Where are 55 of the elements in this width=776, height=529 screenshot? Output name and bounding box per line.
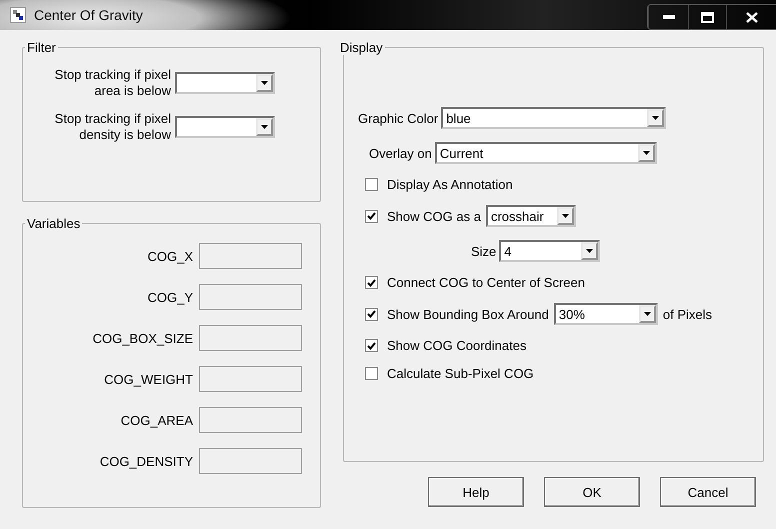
variable-field[interactable]: [199, 243, 302, 269]
variable-label: COG_WEIGHT: [103, 372, 193, 386]
maximize-icon: [701, 12, 714, 22]
variable-label: COG_BOX_SIZE: [92, 330, 193, 346]
variable-label: COG_Y: [146, 290, 193, 304]
dialog-button[interactable]: Cancel: [660, 477, 756, 507]
field-label: Overlay on: [369, 146, 432, 160]
variable-label: COG_X: [146, 248, 193, 264]
dropdown-field[interactable]: [175, 72, 275, 94]
group-title: Display: [339, 40, 384, 55]
variable-field[interactable]: [199, 325, 302, 351]
field-label: Graphic Color: [358, 110, 438, 126]
checkbox[interactable]: [365, 210, 378, 222]
dropdown-field[interactable]: 30%: [554, 303, 658, 325]
minimize-icon: [662, 15, 674, 19]
dropdown-arrow-icon: [261, 81, 268, 85]
close-icon: [746, 12, 758, 22]
dropdown-arrow-icon: [586, 249, 594, 253]
dropdown-arrow-icon: [644, 312, 651, 316]
checkbox-label: Calculate Sub-Pixel COG: [387, 366, 534, 381]
checkbox-label: Show Bounding Box Around: [387, 306, 549, 322]
variable-label: COG_DENSITY: [98, 454, 193, 468]
group-title: Filter: [26, 40, 57, 55]
variable-field[interactable]: [199, 284, 302, 310]
dropdown-field[interactable]: 4: [499, 240, 600, 262]
dropdown-arrow-icon: [261, 125, 268, 129]
app-icon: [10, 7, 26, 23]
field-label: Stop tracking if pixel area is below: [54, 67, 171, 99]
variable-field[interactable]: [199, 407, 302, 433]
dropdown-field[interactable]: Current: [434, 142, 657, 164]
dropdown-arrow-icon: [642, 151, 650, 155]
checkbox-label: Display As Annotation: [387, 177, 513, 192]
field-label: Size: [471, 244, 496, 258]
checkbox-label: Connect COG to Center of Screen: [387, 275, 585, 290]
checkbox[interactable]: [365, 308, 378, 320]
checkbox[interactable]: [365, 339, 378, 352]
dropdown-arrow-icon: [562, 214, 569, 218]
variable-field[interactable]: [199, 366, 302, 392]
checkbox[interactable]: [365, 178, 378, 191]
checkbox[interactable]: [365, 276, 378, 289]
field-label: of Pixels: [662, 306, 712, 322]
dropdown-field[interactable]: blue: [441, 107, 666, 129]
checkbox[interactable]: [365, 367, 378, 380]
window-title: Center Of Gravity: [34, 7, 143, 23]
field-label: Stop tracking if pixel density is below: [54, 111, 171, 143]
dropdown-field[interactable]: [175, 116, 275, 138]
group-title: Variables: [26, 216, 82, 231]
checkbox-label: Show COG as a: [387, 208, 481, 224]
variable-label: COG_AREA: [120, 412, 193, 428]
checkbox-label: Show COG Coordinates: [387, 338, 526, 353]
variable-field[interactable]: [199, 448, 302, 474]
dialog-button[interactable]: Help: [428, 477, 524, 507]
dropdown-arrow-icon: [652, 116, 660, 120]
dropdown-field[interactable]: crosshair: [486, 205, 576, 227]
dialog-button[interactable]: OK: [544, 477, 640, 507]
